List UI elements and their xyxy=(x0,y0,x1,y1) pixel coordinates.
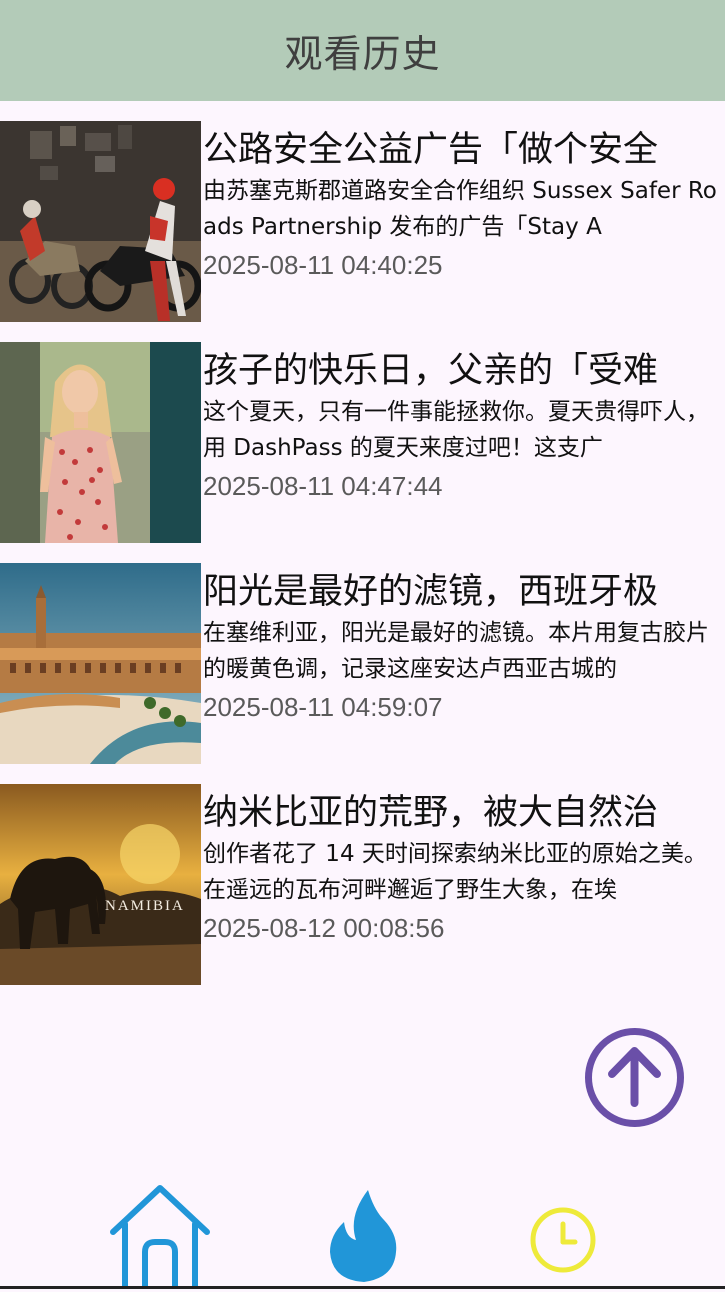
item-title[interactable]: 孩子的快乐日，父亲的「受难 xyxy=(203,348,725,394)
video-thumbnail[interactable] xyxy=(0,121,201,322)
page-title: 观看历史 xyxy=(284,32,441,76)
list-item[interactable]: 阳光是最好的滤镜，西班牙极 在塞维利亚，阳光是最好的滤镜。本片用复古胶片的暖黄色… xyxy=(0,563,725,764)
item-timestamp: 2025-08-11 04:59:07 xyxy=(203,692,443,722)
history-list[interactable]: 公路安全公益广告「做个安全 由苏塞克斯郡道路安全合作组织 Sussex Safe… xyxy=(0,121,725,1005)
nav-home-button[interactable] xyxy=(105,1180,215,1291)
scroll-to-top-button[interactable] xyxy=(584,1027,685,1128)
list-item[interactable]: 孩子的快乐日，父亲的「受难 这个夏天，只有一件事能拯救你。夏天贵得吓人，用 Da… xyxy=(0,342,725,543)
app-header: 观看历史 xyxy=(0,0,725,101)
home-icon xyxy=(110,1185,210,1291)
list-item[interactable]: NAMIBIA 纳米比亚的荒野，被大自然治 创作者花了 14 天时间探索纳米比亚… xyxy=(0,784,725,985)
item-timestamp: 2025-08-12 00:08:56 xyxy=(203,913,445,943)
nav-hot-button[interactable] xyxy=(326,1180,400,1288)
bottom-navigation xyxy=(0,1180,725,1291)
item-description: 创作者花了 14 天时间探索纳米比亚的原始之美。在遥远的瓦布河畔邂逅了野生大象，… xyxy=(203,841,707,903)
item-title[interactable]: 纳米比亚的荒野，被大自然治 xyxy=(203,790,725,836)
item-description: 由苏塞克斯郡道路安全合作组织 Sussex Safer Roads Partne… xyxy=(203,178,717,240)
item-title[interactable]: 阳光是最好的滤镜，西班牙极 xyxy=(203,569,725,615)
nav-history-button[interactable] xyxy=(527,1180,599,1288)
item-description: 这个夏天，只有一件事能拯救你。夏天贵得吓人，用 DashPass 的夏天来度过吧… xyxy=(203,399,709,461)
item-text: 纳米比亚的荒野，被大自然治 创作者花了 14 天时间探索纳米比亚的原始之美。在遥… xyxy=(203,784,725,948)
list-item[interactable]: 公路安全公益广告「做个安全 由苏塞克斯郡道路安全合作组织 Sussex Safe… xyxy=(0,121,725,322)
item-text: 孩子的快乐日，父亲的「受难 这个夏天，只有一件事能拯救你。夏天贵得吓人，用 Da… xyxy=(203,342,725,506)
video-thumbnail[interactable]: NAMIBIA xyxy=(0,784,201,985)
arrow-up-circle-icon xyxy=(585,1028,684,1127)
flame-icon xyxy=(330,1190,397,1282)
clock-icon xyxy=(530,1207,596,1273)
item-timestamp: 2025-08-11 04:40:25 xyxy=(203,250,443,280)
video-thumbnail[interactable] xyxy=(0,563,201,764)
item-text: 公路安全公益广告「做个安全 由苏塞克斯郡道路安全合作组织 Sussex Safe… xyxy=(203,121,725,285)
video-thumbnail[interactable] xyxy=(0,342,201,543)
item-timestamp: 2025-08-11 04:47:44 xyxy=(203,471,443,501)
thumbnail-caption: NAMIBIA xyxy=(105,898,185,914)
item-description: 在塞维利亚，阳光是最好的滤镜。本片用复古胶片的暖黄色调，记录这座安达卢西亚古城的 xyxy=(203,620,709,682)
item-title[interactable]: 公路安全公益广告「做个安全 xyxy=(203,127,725,173)
item-text: 阳光是最好的滤镜，西班牙极 在塞维利亚，阳光是最好的滤镜。本片用复古胶片的暖黄色… xyxy=(203,563,725,727)
